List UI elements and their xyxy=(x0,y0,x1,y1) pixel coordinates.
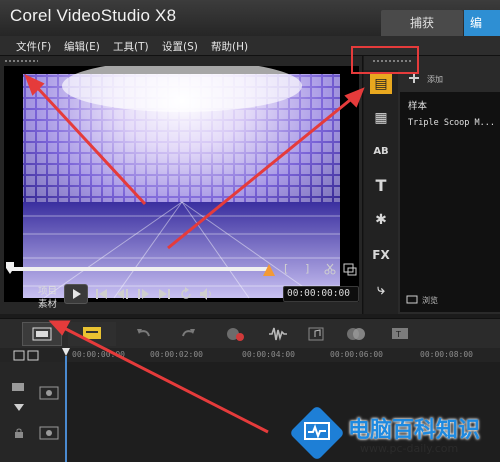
ruler-tick-label: 00:00:02:00 xyxy=(150,350,203,359)
menu-file[interactable]: 文件(F) xyxy=(16,39,51,54)
media-icon[interactable]: ▤ xyxy=(370,74,392,94)
undo-icon[interactable] xyxy=(136,327,152,341)
timecode-display[interactable]: 00:00:00:00 xyxy=(283,286,359,302)
track-headers xyxy=(0,350,66,462)
title-icon[interactable]: T xyxy=(370,176,392,196)
monitor-icon xyxy=(304,422,330,440)
redo-icon[interactable] xyxy=(180,327,196,341)
graphic-icon[interactable]: ✱ xyxy=(370,210,392,230)
next-frame-icon[interactable] xyxy=(137,288,151,300)
svg-text:T: T xyxy=(395,330,401,339)
timeline-view-button[interactable] xyxy=(22,322,62,346)
panel-grip-handle[interactable] xyxy=(4,59,38,63)
track-toggle-icon[interactable] xyxy=(10,380,28,394)
mark-in-button[interactable]: [ xyxy=(284,262,288,275)
trim-start-marker[interactable] xyxy=(4,262,16,276)
motion-tracking-icon[interactable] xyxy=(345,325,367,343)
folder-icon xyxy=(406,295,418,304)
annotation-highlight-box xyxy=(351,46,419,74)
home-icon[interactable] xyxy=(95,288,109,300)
record-capture-icon[interactable] xyxy=(225,325,245,343)
subtitle-editor-icon[interactable]: T xyxy=(390,325,410,343)
ruler-tick-label: 00:00:00:00 xyxy=(72,350,125,359)
cut-icon[interactable] xyxy=(324,263,336,275)
chevron-down-icon[interactable] xyxy=(14,404,24,412)
video-track-icon xyxy=(39,386,59,400)
previous-frame-icon[interactable] xyxy=(116,288,130,300)
instant-project-icon[interactable]: ▦ xyxy=(370,108,392,128)
site-watermark: 电脑百科知识 www.pc-daily.com xyxy=(289,404,500,462)
end-icon[interactable] xyxy=(158,288,172,300)
library-folder-list: 样本 Triple Scoop M... 浏览 xyxy=(400,92,500,312)
ruler-tick-label: 00:00:06:00 xyxy=(330,350,383,359)
menu-edit[interactable]: 编辑(E) xyxy=(64,39,100,54)
mark-out-button[interactable]: ] xyxy=(305,262,309,275)
tab-capture[interactable]: 捕获 xyxy=(381,10,463,36)
library-category-strip: ▤ ▦ AB T ✱ FX ⤷ xyxy=(364,70,398,314)
add-label[interactable]: 添加 xyxy=(427,74,443,85)
watermark-title: 电脑百科知识 xyxy=(348,418,481,443)
repeat-icon[interactable] xyxy=(179,287,193,301)
ruler-tick-label: 00:00:08:00 xyxy=(420,350,473,359)
filmstrip-icon xyxy=(32,327,52,341)
volume-icon[interactable] xyxy=(199,287,215,301)
watermark-url: www.pc-daily.com xyxy=(360,442,459,455)
auto-music-icon[interactable] xyxy=(307,325,327,343)
storyboard-view-button[interactable] xyxy=(68,322,116,346)
storyboard-icon xyxy=(83,327,101,339)
timeline-ruler[interactable]: 00:00:00:00 00:00:02:00 00:00:04:00 00:0… xyxy=(0,348,500,362)
preview-panel xyxy=(0,56,363,314)
browse-label[interactable]: 浏览 xyxy=(422,295,438,306)
play-button[interactable] xyxy=(64,284,88,304)
videostudio-window: Corel VideoStudio X8 捕获 编 文件(F) 编辑(E) 工具… xyxy=(0,0,500,462)
project-mode-label[interactable]: 项目 xyxy=(38,283,57,297)
clip-item[interactable]: Triple Scoop M... xyxy=(408,118,495,128)
ruler-tick-label: 00:00:04:00 xyxy=(242,350,295,359)
path-icon[interactable]: ⤷ xyxy=(370,280,392,300)
lock-icon[interactable] xyxy=(14,428,24,438)
filter-icon[interactable]: FX xyxy=(370,245,392,265)
tab-edit[interactable]: 编 xyxy=(464,10,500,36)
title-bar: Corel VideoStudio X8 捕获 编 xyxy=(0,0,500,36)
scrub-bar[interactable] xyxy=(9,267,271,271)
folder-item[interactable]: 样本 xyxy=(408,98,427,112)
app-title: Corel VideoStudio X8 xyxy=(10,6,177,25)
playhead-marker[interactable] xyxy=(61,348,71,462)
overlay-track-icon xyxy=(39,426,59,440)
timeline-toolbar: T xyxy=(0,318,500,348)
menu-bar: 文件(F) 编辑(E) 工具(T) 设置(S) 帮助(H) xyxy=(0,36,500,56)
enlarge-icon[interactable] xyxy=(343,263,357,276)
clip-mode-label[interactable]: 素材 xyxy=(38,296,57,310)
transition-icon[interactable]: AB xyxy=(370,142,392,162)
trim-end-marker[interactable] xyxy=(263,264,275,276)
menu-tools[interactable]: 工具(T) xyxy=(113,39,149,54)
menu-settings[interactable]: 设置(S) xyxy=(162,39,198,54)
track-manager-icon[interactable] xyxy=(12,350,56,362)
menu-help[interactable]: 帮助(H) xyxy=(211,39,248,54)
audio-waveform-icon[interactable] xyxy=(268,325,288,343)
